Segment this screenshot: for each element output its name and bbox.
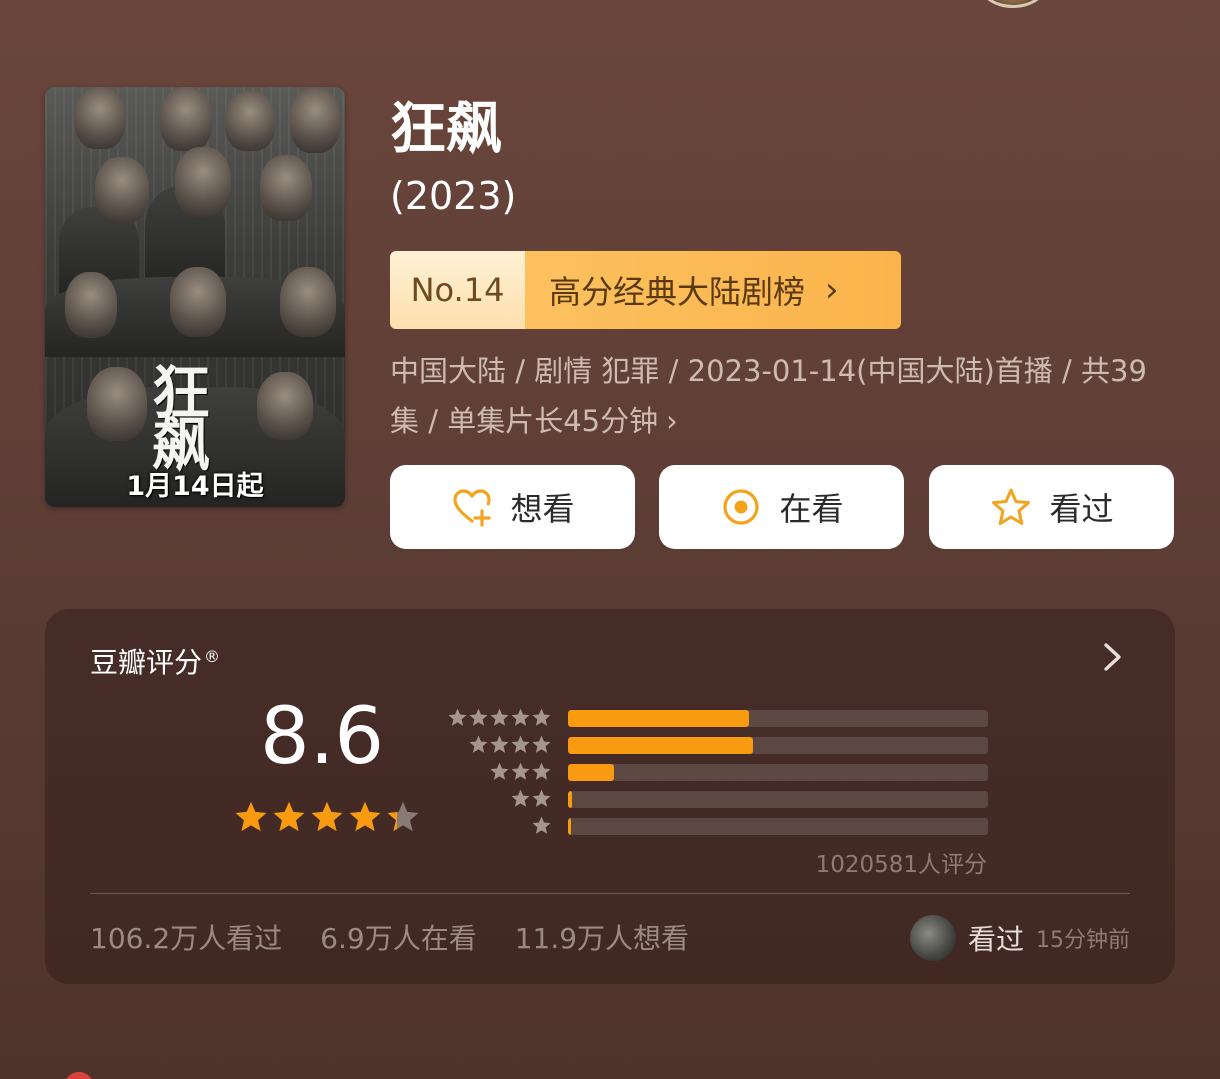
ranking-list: 高分经典大陆剧榜 › [525,251,901,329]
release-year: (2023) [390,174,517,218]
audience-stats: 106.2万人看过 6.9万人在看 11.9万人想看 [90,917,689,957]
rating-bar-fill [568,737,753,754]
rating-row-1-star [445,813,988,840]
rating-row-stars [447,707,552,728]
registered-mark: ® [204,646,221,666]
chevron-right-icon[interactable] [1097,637,1127,677]
ranking-number: No.14 [390,251,525,329]
watched-label: 看过 [1049,490,1114,528]
divider [90,893,1130,894]
target-icon [723,489,760,525]
poster-date-text: 1月14日起 [126,471,264,502]
rating-row-5-star [445,705,988,732]
ranking-list-name: 高分经典大陆剧榜 [549,273,806,311]
rating-bar-fill [568,791,573,808]
watching-count[interactable]: 6.9万人在看 [320,917,477,957]
notification-dot [64,1072,94,1079]
heart-plus-icon [453,489,492,527]
want-label: 想看 [510,490,575,528]
watching-label: 在看 [779,490,844,528]
recent-action: 看过 [967,923,1024,956]
watched-count[interactable]: 106.2万人看过 [90,917,282,957]
poster-image[interactable]: 狂飙 1月14日起 [45,87,345,507]
watched-button[interactable]: 看过 [929,465,1174,549]
chevron-right-icon: › [825,270,839,310]
rating-row-3-star [445,759,988,786]
rating-card: 豆瓣评分 ® 8.6 1020581人评分 106.2万人看过 6.9万人在看 1… [45,609,1175,984]
rating-row-stars [489,761,552,782]
ranking-badge[interactable]: No.14 高分经典大陆剧榜 › [390,251,901,329]
small-star-icon [532,762,551,780]
small-star-icon [490,735,509,753]
want-button[interactable]: 想看 [390,465,635,549]
top-avatar[interactable] [980,0,1046,8]
rating-row-stars [531,815,552,836]
rating-row-stars [510,788,552,809]
recent-time: 15分钟前 [1036,928,1130,953]
rating-count: 1020581人评分 [815,852,987,878]
meta-info[interactable]: 中国大陆 / 剧情 犯罪 / 2023-01-14(中国大陆)首播 / 共39集… [390,346,1170,446]
rating-row-4-star [445,732,988,759]
rating-star-icon [235,801,267,832]
rating-bar-track [568,737,988,754]
small-star-icon [469,708,488,726]
rating-bar-track [568,710,988,727]
small-star-icon [511,762,530,780]
rating-star-icon [349,801,381,832]
rating-bar-fill [568,818,572,835]
watching-button[interactable]: 在看 [659,465,904,549]
rating-distribution [445,705,988,840]
recent-activity[interactable]: 看过 15分钟前 [909,915,1130,961]
rating-stars [233,799,421,835]
meta-text: 中国大陆 / 剧情 犯罪 / 2023-01-14(中国大陆)首播 / 共39集… [390,354,1147,438]
rating-star-icon [311,801,343,832]
small-star-icon [511,735,530,753]
small-star-icon [511,708,530,726]
wish-count[interactable]: 11.9万人想看 [515,917,689,957]
rating-row-stars [468,734,552,755]
rating-bar-track [568,818,988,835]
rating-bar-track [568,791,988,808]
rating-label: 豆瓣评分 ® [90,641,220,681]
small-star-icon [532,708,551,726]
star-outline-icon [992,488,1031,525]
avatar[interactable] [909,915,956,961]
small-star-icon [448,708,467,726]
small-star-icon [511,789,530,807]
small-star-icon [532,789,551,807]
rating-bar-fill [568,710,749,727]
rating-star-icon [273,801,305,832]
small-star-icon [532,816,551,834]
page-title: 狂飙 [390,97,502,162]
rating-label-text: 豆瓣评分 [90,646,203,679]
small-star-icon [490,762,509,780]
chevron-right-icon: › [666,404,678,438]
small-star-icon [490,708,509,726]
rating-row-2-star [445,786,988,813]
rating-bar-track [568,764,988,781]
small-star-icon [532,735,551,753]
poster-title-text: 狂飙 [142,362,210,466]
small-star-icon [469,735,488,753]
rating-score: 8.6 [260,692,385,782]
rating-bar-fill [568,764,615,781]
rating-star-icon [387,801,419,832]
